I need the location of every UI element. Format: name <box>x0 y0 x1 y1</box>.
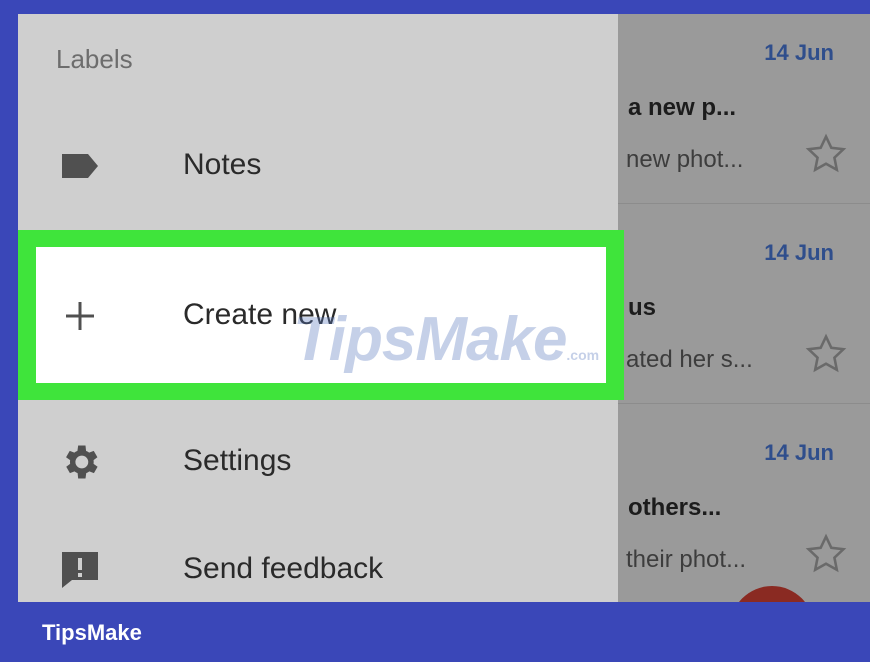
email-snippet: their phot... <box>626 546 747 573</box>
drawer-item-notes[interactable]: Notes <box>18 114 618 214</box>
watermark: TipsMake.com <box>293 304 599 375</box>
email-snippet: new phot... <box>626 146 744 173</box>
drawer-header: Labels <box>56 44 133 74</box>
email-row[interactable]: 14 Jun others... their phot... <box>608 414 870 602</box>
drawer-item-send-feedback[interactable]: Send feedback <box>18 518 618 602</box>
brand-bar: TipsMake <box>0 602 870 662</box>
phone-screen: 14 Jun a new p... new phot... 14 Jun us … <box>18 14 870 602</box>
email-date: 14 Jun <box>764 440 834 465</box>
drawer-item-label: Notes <box>183 148 262 181</box>
email-subject: us <box>628 294 657 321</box>
email-date: 14 Jun <box>764 40 834 65</box>
email-snippet: ated her s... <box>626 346 753 373</box>
drawer-item-label: Send feedback <box>183 552 384 585</box>
email-row[interactable]: 14 Jun a new p... new phot... <box>608 14 870 204</box>
email-subject: a new p... <box>628 94 737 121</box>
email-subject: others... <box>628 494 722 521</box>
drawer-item-settings[interactable]: Settings <box>18 410 618 510</box>
star-icon[interactable] <box>804 132 848 176</box>
plus-icon <box>66 302 94 330</box>
star-icon[interactable] <box>804 332 848 376</box>
watermark-suffix: .com <box>566 347 600 363</box>
email-row[interactable]: 14 Jun us ated her s... <box>608 214 870 404</box>
feedback-icon <box>62 552 98 588</box>
email-date: 14 Jun <box>764 240 834 265</box>
drawer-item-label: Settings <box>183 444 292 477</box>
label-tag-icon <box>62 154 98 178</box>
brand-logo-text: TipsMake <box>42 620 142 645</box>
star-icon[interactable] <box>804 532 848 576</box>
gear-icon <box>66 445 98 479</box>
watermark-text: TipsMake <box>293 305 567 374</box>
